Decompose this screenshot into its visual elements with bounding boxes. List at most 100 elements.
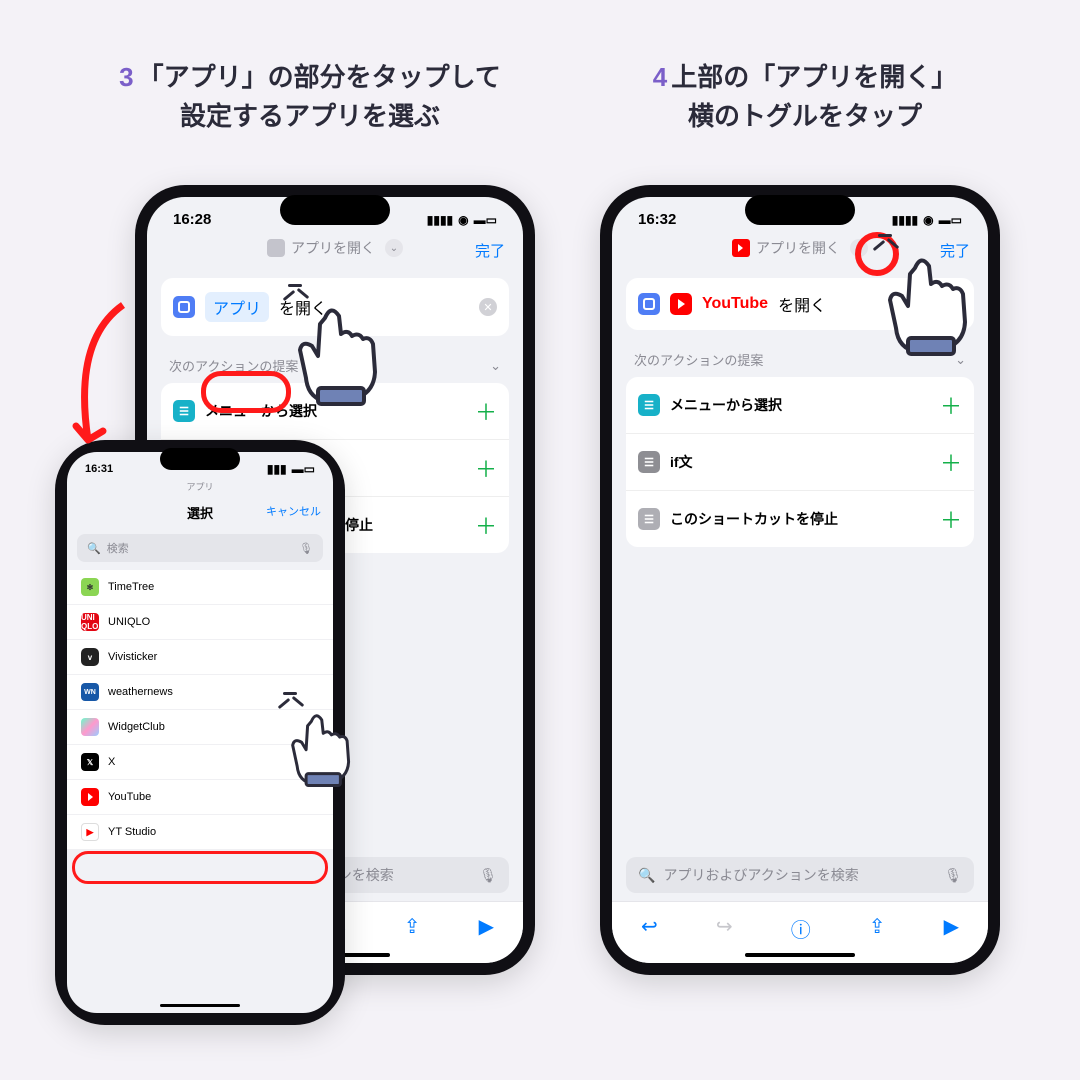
chevron-down-icon[interactable]: ⌄ [490, 358, 501, 374]
share-button[interactable]: ⇪ [869, 914, 886, 943]
suggestions-header: 次のアクションの提案 ⌄ [612, 340, 988, 373]
arrow-annotation [68, 300, 138, 465]
wifi-icon: ◉ [923, 213, 933, 227]
app-icon: UNI QLO [81, 613, 99, 631]
chevron-down-icon[interactable]: ⌄ [955, 352, 966, 368]
battery-icon: ▬▭ [474, 213, 497, 227]
battery-icon: ▬▭ [292, 462, 315, 476]
cancel-button[interactable]: キャンセル [266, 503, 321, 519]
chevron-down-icon[interactable]: ⌄ [385, 239, 403, 257]
open-app-icon [638, 293, 660, 315]
search-icon: 🔍 [638, 867, 655, 884]
open-app-action-card[interactable]: アプリ を開く ✕ [161, 278, 509, 336]
mic-icon[interactable]: 🎙 [479, 867, 497, 884]
info-button[interactable]: ⓘ [791, 914, 811, 943]
shortcut-header: アプリを開く ⌄ 完了 [147, 228, 523, 268]
suggestion-label: このショートカットを停止 [670, 509, 930, 529]
picker-search-field[interactable]: 🔍 検索 🎙 [77, 534, 323, 562]
phone-app-picker: 16:31 ▮▮▮ ▬▭ アプリ 選択 キャンセル 🔍 検索 🎙 ✻ TimeT… [55, 440, 345, 1025]
suggestion-item[interactable]: ☰ このショートカットを停止 ＋ [626, 491, 974, 547]
picker-header: 選択 キャンセル [67, 493, 333, 530]
app-icon: v [81, 648, 99, 666]
suggestion-item[interactable]: ☰ if文 ＋ [626, 434, 974, 491]
done-button[interactable]: 完了 [940, 240, 970, 261]
step-3-title: 3「アプリ」の部分をタップして 設定するアプリを選ぶ [85, 58, 535, 136]
done-button[interactable]: 完了 [475, 240, 505, 261]
suggestion-icon: ☰ [173, 400, 195, 422]
app-list-item[interactable]: WN weathernews [67, 675, 333, 710]
suggestion-label: if文 [670, 452, 930, 472]
app-icon: WN [81, 683, 99, 701]
redo-button: ↪ [716, 914, 733, 943]
app-list-item[interactable]: YT Studio [67, 815, 333, 850]
app-name: Vivisticker [108, 651, 157, 663]
suggestion-item[interactable]: ☰ メニューから選択 ＋ [626, 377, 974, 434]
wifi-icon: ◉ [458, 213, 468, 227]
app-list-item[interactable]: v Vivisticker [67, 640, 333, 675]
add-button[interactable]: ＋ [475, 395, 497, 427]
app-name: X [108, 756, 115, 768]
signal-icon: ▮▮▮▮ [892, 213, 918, 227]
search-icon: 🔍 [87, 542, 101, 555]
add-button[interactable]: ＋ [940, 446, 962, 478]
action-search-field[interactable]: 🔍 アプリおよびアクションを検索 🎙 [626, 857, 974, 893]
picker-breadcrumb: アプリ [67, 480, 333, 493]
app-name: weathernews [108, 686, 173, 698]
app-list: ✻ TimeTreeUNI QLO UNIQLOv VivistickerWN … [67, 570, 333, 850]
clear-icon[interactable]: ✕ [479, 298, 497, 316]
youtube-icon [670, 293, 692, 315]
suggestion-icon: ☰ [638, 508, 660, 530]
app-parameter-value[interactable]: YouTube [702, 295, 768, 313]
status-indicators: ▮▮▮▮ ◉ ▬▭ [892, 213, 962, 227]
shortcut-title-button[interactable]: アプリを開く ⌄ [732, 238, 868, 258]
app-icon [81, 823, 99, 841]
signal-icon: ▮▮▮▮ [427, 213, 453, 227]
app-name: YouTube [108, 791, 151, 803]
app-icon [81, 788, 99, 806]
mic-icon[interactable]: 🎙 [944, 867, 962, 884]
add-button[interactable]: ＋ [475, 452, 497, 484]
shortcut-title-button[interactable]: アプリを開く ⌄ [267, 238, 403, 258]
open-app-action-card[interactable]: YouTube を開く [626, 278, 974, 330]
share-button[interactable]: ⇪ [404, 914, 421, 943]
dynamic-island [160, 448, 240, 470]
suggestion-icon: ☰ [638, 394, 660, 416]
status-indicators: ▮▮▮▮ ◉ ▬▭ [427, 213, 497, 227]
undo-button[interactable]: ↩ [641, 914, 658, 943]
suggestion-label: メニューから選択 [670, 395, 930, 415]
status-time: 16:32 [638, 211, 676, 228]
add-button[interactable]: ＋ [940, 503, 962, 535]
app-list-item[interactable]: YouTube [67, 780, 333, 815]
dynamic-island [745, 195, 855, 225]
play-button[interactable]: ▶ [944, 914, 959, 943]
shortcut-header: アプリを開く ⌄ 完了 [612, 228, 988, 268]
status-indicators: ▮▮▮ ▬▭ [267, 462, 315, 476]
add-button[interactable]: ＋ [940, 389, 962, 421]
mic-icon[interactable]: 🎙 [299, 542, 313, 555]
home-indicator[interactable] [745, 953, 855, 957]
app-list-item[interactable]: ✻ TimeTree [67, 570, 333, 605]
add-button[interactable]: ＋ [475, 509, 497, 541]
highlight-ring [72, 851, 328, 884]
app-name: TimeTree [108, 581, 154, 593]
app-parameter-token[interactable]: アプリ [205, 292, 269, 322]
app-list-item[interactable]: WidgetClub [67, 710, 333, 745]
app-icon [81, 718, 99, 736]
status-time: 16:28 [173, 211, 211, 228]
suggestion-item[interactable]: ☰ メニューから選択 ＋ [161, 383, 509, 440]
app-name: UNIQLO [108, 616, 150, 628]
highlight-ring [855, 232, 899, 276]
app-name: YT Studio [108, 826, 156, 838]
suggestion-icon: ☰ [638, 451, 660, 473]
app-list-item[interactable]: UNI QLO UNIQLO [67, 605, 333, 640]
suggestions-header: 次のアクションの提案 ⌄ [147, 346, 523, 379]
home-indicator[interactable] [160, 1004, 240, 1007]
phone-step4: 16:32 ▮▮▮▮ ◉ ▬▭ アプリを開く ⌄ 完了 YouTube を開く … [600, 185, 1000, 975]
shortcut-icon [267, 239, 285, 257]
signal-icon: ▮▮▮ [267, 462, 287, 476]
picker-title: 選択 [187, 506, 213, 521]
suggestion-label: メニューから選択 [205, 401, 465, 421]
app-list-item[interactable]: 𝕏 X [67, 745, 333, 780]
play-button[interactable]: ▶ [479, 914, 494, 943]
app-icon: 𝕏 [81, 753, 99, 771]
